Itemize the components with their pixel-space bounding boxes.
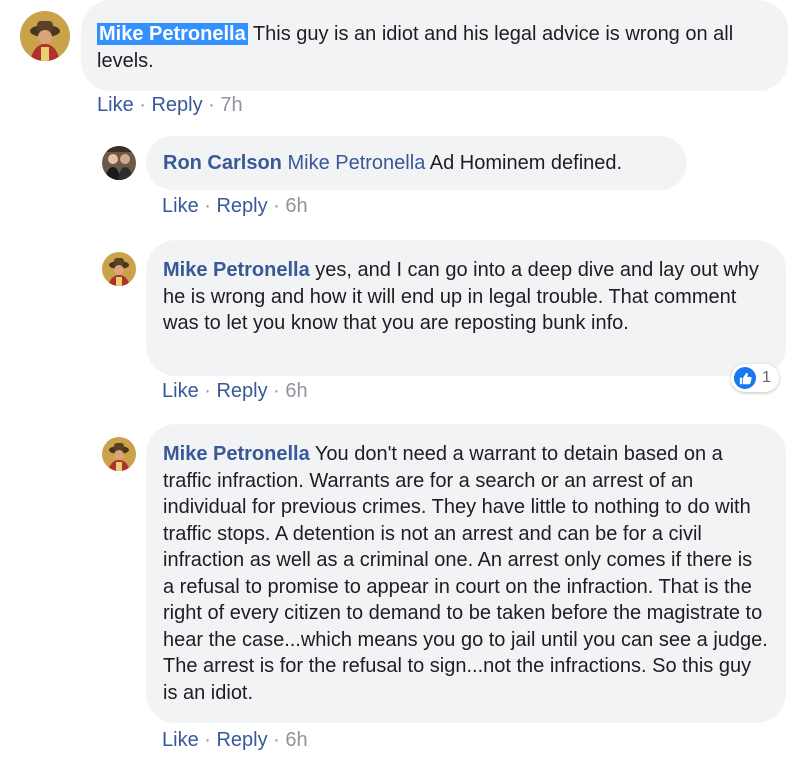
timestamp[interactable]: 7h bbox=[220, 94, 242, 116]
comment-actions: Like · Reply · 6h bbox=[162, 380, 308, 403]
comment-bubble: Ron Carlson Mike Petronella Ad Hominem d… bbox=[146, 136, 687, 190]
reaction-count-badge[interactable]: 1 bbox=[731, 364, 779, 392]
like-link[interactable]: Like bbox=[97, 94, 134, 116]
separator: · bbox=[198, 195, 217, 217]
separator: · bbox=[202, 94, 221, 116]
comment-bubble: Mike Petronella yes, and I can go into a… bbox=[146, 240, 786, 376]
reply-link[interactable]: Reply bbox=[216, 195, 267, 217]
like-link[interactable]: Like bbox=[162, 729, 199, 751]
comment-bubble: Mike Petronella You don't need a warrant… bbox=[146, 424, 786, 723]
separator: · bbox=[267, 729, 286, 751]
separator: · bbox=[267, 195, 286, 217]
comment-mention[interactable]: Mike Petronella bbox=[287, 152, 425, 174]
comment-author[interactable]: Ron Carlson bbox=[163, 152, 282, 174]
separator: · bbox=[198, 380, 217, 402]
avatar[interactable] bbox=[102, 252, 136, 286]
comment-text: You don't need a warrant to detain based… bbox=[163, 443, 768, 704]
reaction-count: 1 bbox=[762, 369, 771, 386]
reply-link[interactable]: Reply bbox=[216, 380, 267, 402]
timestamp[interactable]: 6h bbox=[285, 380, 307, 402]
like-link[interactable]: Like bbox=[162, 380, 199, 402]
comment-text: Ad Hominem defined. bbox=[425, 152, 623, 174]
timestamp[interactable]: 6h bbox=[285, 195, 307, 217]
avatar[interactable] bbox=[102, 146, 136, 180]
avatar[interactable] bbox=[20, 11, 70, 61]
like-link[interactable]: Like bbox=[162, 195, 199, 217]
separator: · bbox=[267, 380, 286, 402]
comment-actions: Like · Reply · 6h bbox=[162, 195, 308, 218]
separator: · bbox=[133, 94, 152, 116]
avatar[interactable] bbox=[102, 437, 136, 471]
comment-bubble: Mike Petronella This guy is an idiot and… bbox=[81, 0, 788, 91]
comment-actions: Like · Reply · 6h bbox=[162, 729, 308, 752]
thumbs-up-icon bbox=[734, 367, 756, 389]
comment-author[interactable]: Mike Petronella bbox=[97, 23, 248, 45]
comment-actions: Like · Reply · 7h bbox=[97, 94, 243, 117]
separator: · bbox=[198, 729, 217, 751]
reply-link[interactable]: Reply bbox=[151, 94, 202, 116]
reply-link[interactable]: Reply bbox=[216, 729, 267, 751]
timestamp[interactable]: 6h bbox=[285, 729, 307, 751]
comment-author[interactable]: Mike Petronella bbox=[163, 443, 310, 465]
comment-author[interactable]: Mike Petronella bbox=[163, 259, 310, 281]
